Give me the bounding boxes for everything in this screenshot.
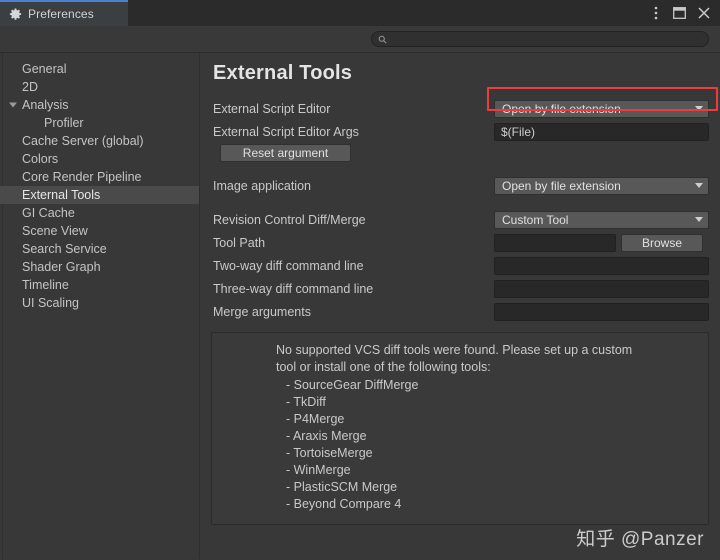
external-script-editor-args-input[interactable]: $(File) [494, 122, 709, 141]
row-image-application: Image application Open by file extension [211, 175, 709, 196]
row-label: Tool Path [213, 235, 266, 250]
sidebar-item-label: Cache Server (global) [22, 134, 144, 148]
sidebar-item-label: Analysis [22, 98, 69, 112]
sidebar-item-cache-server[interactable]: Cache Server (global) [0, 132, 199, 150]
row-label: External Script Editor Args [213, 124, 359, 139]
external-script-editor-dropdown[interactable]: Open by file extension [494, 99, 709, 118]
sidebar-item-profiler[interactable]: Profiler [0, 114, 199, 132]
window-body: General 2D Analysis Profiler Cache Serve… [0, 53, 720, 559]
row-two-way-diff: Two-way diff command line [211, 255, 709, 276]
window-controls [648, 0, 716, 26]
watermark: 知乎 @Panzer [576, 529, 704, 550]
chevron-down-icon [695, 106, 703, 111]
row-reset-argument: Reset argument [211, 144, 709, 162]
three-way-diff-input[interactable] [494, 279, 709, 298]
list-item: - TortoiseMerge [286, 446, 373, 460]
input-value: $(File) [501, 124, 536, 139]
sidebar-item-analysis[interactable]: Analysis [0, 96, 199, 114]
list-item: - TkDiff [286, 395, 326, 409]
gear-icon [9, 7, 22, 21]
sidebar-item-label: External Tools [22, 188, 101, 202]
title-bar: Preferences [0, 0, 720, 26]
sidebar-item-label: General [22, 62, 67, 76]
dropdown-value: Open by file extension [502, 178, 621, 193]
tool-path-input[interactable] [494, 233, 616, 252]
list-item: - WinMerge [286, 463, 351, 477]
sidebar-item-ui-scaling[interactable]: UI Scaling [0, 294, 199, 312]
more-options-icon[interactable] [648, 6, 663, 21]
sidebar-item-label: Profiler [44, 116, 84, 130]
row-label: Image application [213, 178, 311, 193]
helpbox-tool-list: - SourceGear DiffMerge - TkDiff - P4Merg… [224, 377, 696, 513]
sidebar-item-timeline[interactable]: Timeline [0, 276, 199, 294]
sidebar-item-gi-cache[interactable]: GI Cache [0, 204, 199, 222]
sidebar-item-label: 2D [22, 80, 38, 94]
button-label: Browse [641, 235, 682, 250]
page-title: External Tools [213, 62, 353, 84]
search-bar-row [0, 26, 720, 53]
preferences-window: Preferences General 2D Analysis Profiler… [0, 0, 720, 560]
sidebar-item-label: GI Cache [22, 206, 75, 220]
sidebar-item-label: Search Service [22, 242, 107, 256]
list-item: - Beyond Compare 4 [286, 497, 402, 511]
sidebar-item-core-render-pipeline[interactable]: Core Render Pipeline [0, 168, 199, 186]
close-icon[interactable] [696, 6, 711, 21]
row-label: Three-way diff command line [213, 281, 374, 296]
merge-arguments-input[interactable] [494, 302, 709, 321]
helpbox-line-1: No supported VCS diff tools were found. … [276, 343, 633, 357]
sidebar-item-search-service[interactable]: Search Service [0, 240, 199, 258]
row-label: Two-way diff command line [213, 258, 364, 273]
list-item: - P4Merge [286, 412, 345, 426]
sidebar-item-label: Shader Graph [22, 260, 101, 274]
list-item: - PlasticSCM Merge [286, 480, 398, 494]
two-way-diff-input[interactable] [494, 256, 709, 275]
sidebar-item-label: Scene View [22, 224, 88, 238]
list-item: - SourceGear DiffMerge [286, 378, 419, 392]
sidebar-item-label: Core Render Pipeline [22, 170, 142, 184]
chevron-down-icon [695, 183, 703, 188]
chevron-down-icon [695, 217, 703, 222]
search-input[interactable] [371, 31, 709, 47]
search-icon [378, 35, 387, 44]
browse-button[interactable]: Browse [621, 233, 703, 252]
sidebar: General 2D Analysis Profiler Cache Serve… [0, 53, 200, 559]
helpbox-line-2: tool or install one of the following too… [276, 360, 491, 374]
row-three-way-diff: Three-way diff command line [211, 278, 709, 299]
dropdown-value: Custom Tool [502, 212, 569, 227]
revision-control-dropdown[interactable]: Custom Tool [494, 210, 709, 229]
row-label: Revision Control Diff/Merge [213, 212, 366, 227]
tab-label: Preferences [28, 7, 94, 21]
sidebar-item-scene-view[interactable]: Scene View [0, 222, 199, 240]
sidebar-item-external-tools[interactable]: External Tools [0, 186, 199, 204]
sidebar-item-shader-graph[interactable]: Shader Graph [0, 258, 199, 276]
image-application-dropdown[interactable]: Open by file extension [494, 176, 709, 195]
list-item: - Araxis Merge [286, 429, 367, 443]
vcs-helpbox: No supported VCS diff tools were found. … [211, 332, 709, 525]
button-label: Reset argument [242, 146, 329, 160]
sidebar-item-label: Timeline [22, 278, 69, 292]
chevron-down-icon[interactable] [9, 102, 17, 108]
sidebar-item-colors[interactable]: Colors [0, 150, 199, 168]
row-revision-control: Revision Control Diff/Merge Custom Tool [211, 209, 709, 230]
row-label: Merge arguments [213, 304, 311, 319]
row-external-script-editor: External Script Editor Open by file exte… [211, 98, 709, 119]
title-bar-empty [128, 0, 720, 26]
row-merge-arguments: Merge arguments [211, 301, 709, 322]
sidebar-item-2d[interactable]: 2D [0, 78, 199, 96]
row-label: External Script Editor [213, 101, 331, 116]
row-tool-path: Tool Path Browse [211, 232, 709, 253]
tab-preferences[interactable]: Preferences [0, 0, 128, 26]
sidebar-item-label: Colors [22, 152, 59, 166]
row-external-script-editor-args: External Script Editor Args $(File) [211, 121, 709, 142]
sidebar-item-general[interactable]: General [0, 60, 199, 78]
sidebar-item-label: UI Scaling [22, 296, 79, 310]
maximize-icon[interactable] [672, 6, 687, 21]
dropdown-value: Open by file extension [502, 101, 621, 116]
reset-argument-button[interactable]: Reset argument [220, 144, 351, 162]
content-panel: External Tools External Script Editor Op… [200, 53, 720, 559]
